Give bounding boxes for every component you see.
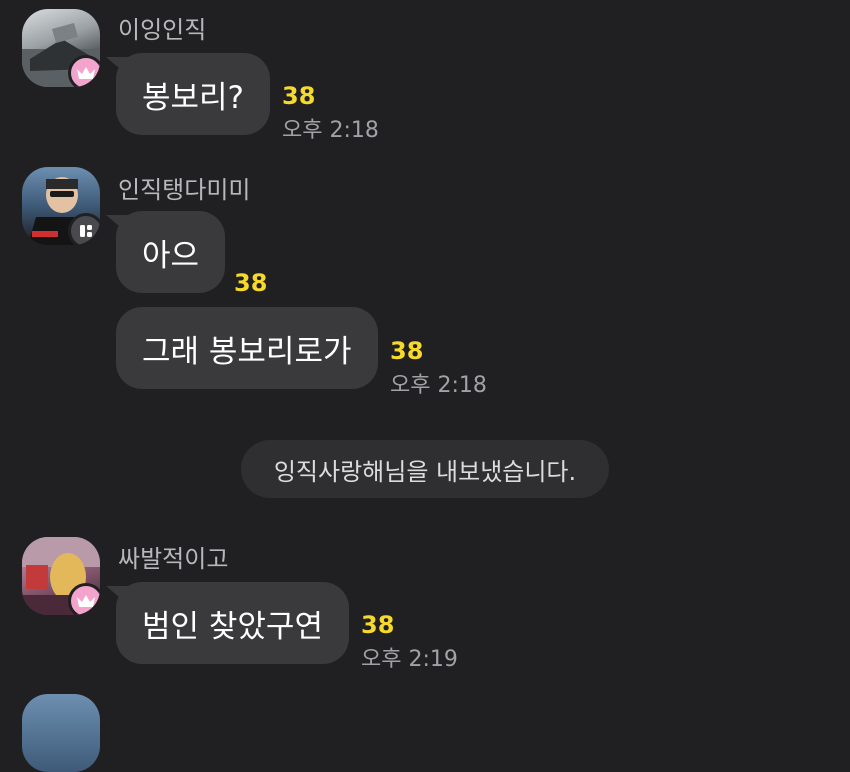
unread-count: 38 <box>390 337 424 365</box>
avatar[interactable] <box>22 694 100 772</box>
manager-badge <box>68 213 100 245</box>
sender-name: 이잉인직 <box>118 16 207 44</box>
crown-icon <box>77 595 95 607</box>
message-time: 오후 2:19 <box>361 647 458 672</box>
manager-icon <box>80 225 92 237</box>
message-time: 오후 2:18 <box>282 118 379 143</box>
avatar[interactable] <box>22 537 100 615</box>
system-notice: 잉직사랑해님을 내보냈습니다. <box>241 440 609 498</box>
message-bubble[interactable]: 봉보리? <box>116 53 271 135</box>
message-bubble[interactable]: 범인 찾았구연 <box>116 582 349 664</box>
message-time: 오후 2:18 <box>390 373 487 398</box>
avatar[interactable] <box>22 9 100 87</box>
avatar[interactable] <box>22 167 100 245</box>
unread-count: 38 <box>361 611 395 639</box>
crown-badge <box>68 583 100 615</box>
message-bubble[interactable]: 아으 <box>116 211 226 293</box>
unread-count: 38 <box>282 82 316 110</box>
unread-count: 38 <box>234 269 268 297</box>
message-bubble[interactable]: 그래 봉보리로가 <box>116 307 378 389</box>
sender-name: 인직탱다미미 <box>118 176 251 204</box>
sender-name: 싸발적이고 <box>118 545 229 573</box>
crown-badge <box>68 55 100 87</box>
crown-icon <box>77 67 95 79</box>
